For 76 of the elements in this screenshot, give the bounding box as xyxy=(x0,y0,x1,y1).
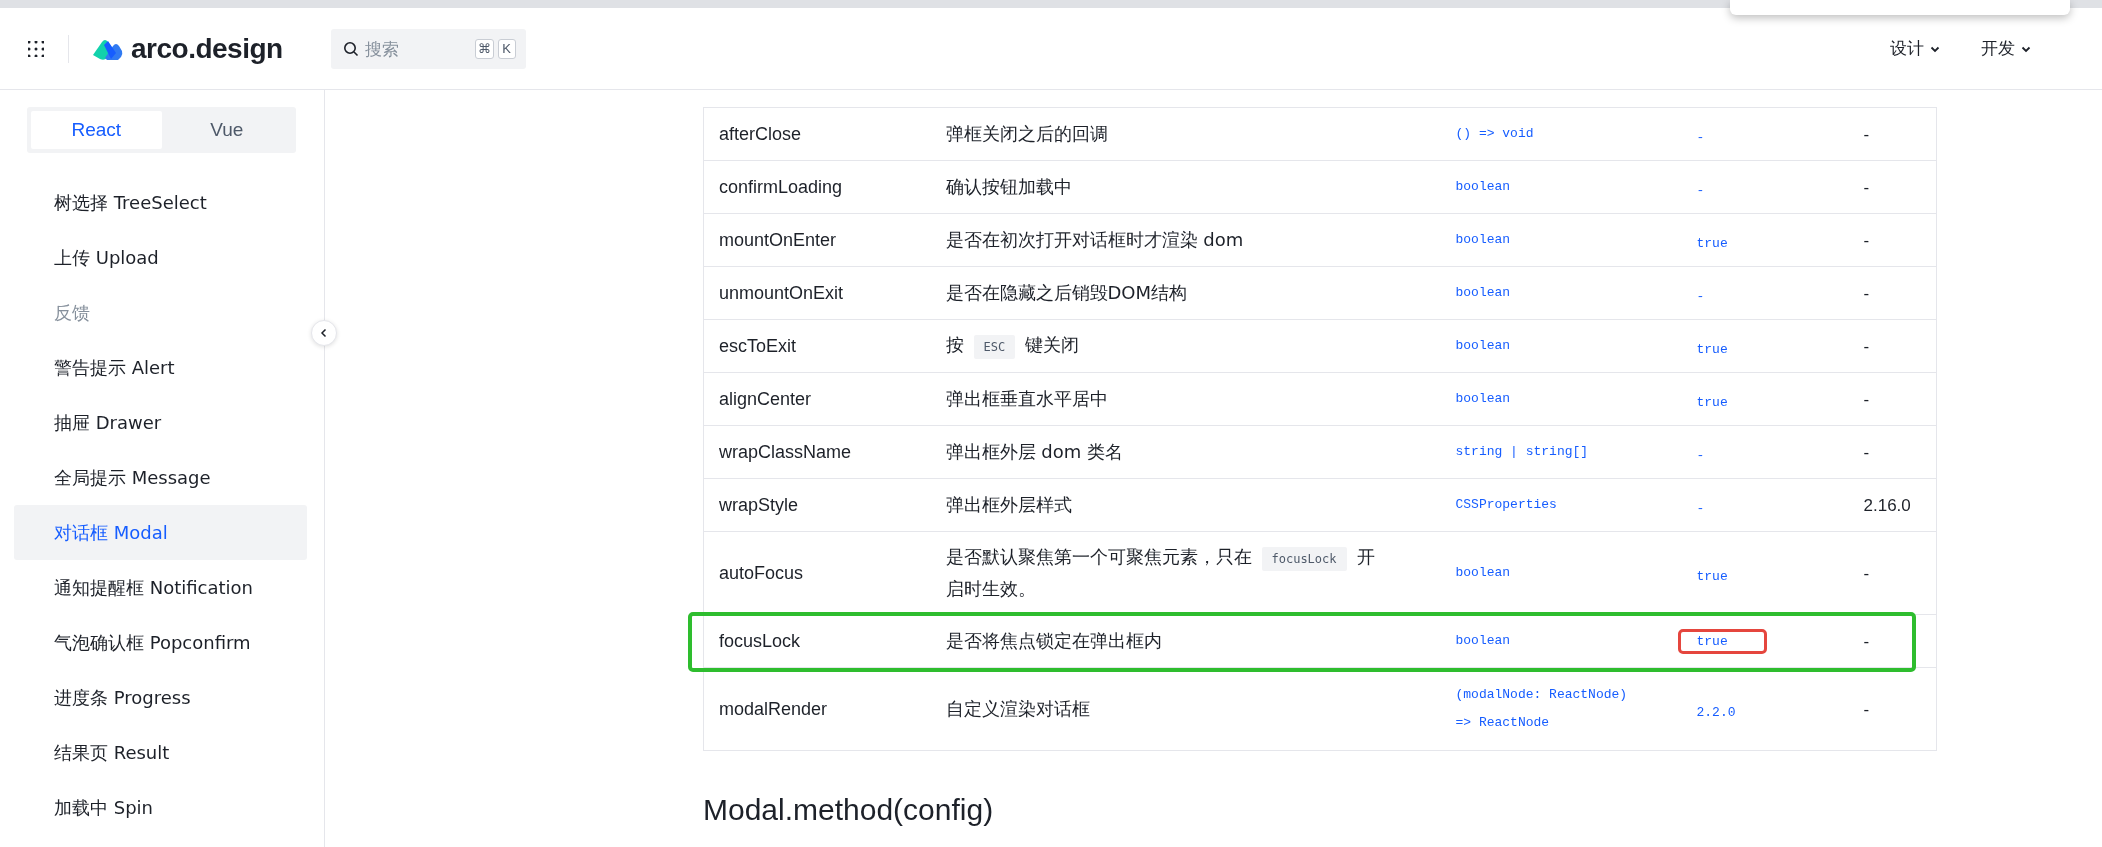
nav-item[interactable]: 进度条 Progress xyxy=(14,670,307,725)
description-text: 弹出框外层样式 xyxy=(945,493,1073,517)
param-name: modalRender xyxy=(719,698,828,719)
description-text: 是否在初次打开对话框时才渲染 dom xyxy=(945,228,1245,252)
nav-item[interactable]: 全局提示 Message xyxy=(14,450,307,505)
version-text: - xyxy=(1863,632,1870,651)
description-text: 按 ESC 键关闭 xyxy=(945,330,1386,362)
description-text: 弹出框外层 dom 类名 xyxy=(945,440,1124,464)
nav-item[interactable]: 树选择 TreeSelect xyxy=(14,175,307,230)
type-text: boolean xyxy=(1455,284,1511,302)
nav-item[interactable]: 上传 Upload xyxy=(14,230,307,285)
framework-tab[interactable]: Vue xyxy=(161,111,292,149)
description-text: 是否将焦点锁定在弹出框内 xyxy=(945,629,1163,653)
version-text: - xyxy=(1863,231,1870,250)
group-label: 反馈 xyxy=(53,300,91,325)
param-name: mountOnEnter xyxy=(719,229,837,250)
default-value: true xyxy=(1677,629,1767,654)
param-name: wrapClassName xyxy=(719,441,852,462)
type-text: boolean xyxy=(1455,632,1511,650)
version-text: - xyxy=(1863,564,1870,583)
nav-menu[interactable]: 设计 xyxy=(1890,37,1941,60)
nav-item[interactable]: 抽屉 Drawer xyxy=(14,395,307,450)
default-value: true xyxy=(1696,341,1728,357)
section-heading: Modal.method(config) xyxy=(703,793,995,827)
nav-menu[interactable]: 开发 xyxy=(1981,37,2032,60)
version-text: - xyxy=(1863,390,1870,409)
param-name: confirmLoading xyxy=(719,176,843,197)
version-text: - xyxy=(1863,443,1870,462)
version-text: - xyxy=(1863,700,1870,719)
logo-text[interactable]: arco.design xyxy=(131,32,283,65)
description-text: 是否默认聚焦第一个可聚焦元素，只在 focusLock 开启时生效。 xyxy=(945,545,1376,601)
default-value: true xyxy=(1696,394,1728,410)
version-text: 2.16.0 xyxy=(1863,496,1911,515)
type-text: boolean xyxy=(1455,564,1511,582)
chevron-left-icon xyxy=(319,328,329,338)
default-value: - xyxy=(1696,500,1705,516)
version-text: - xyxy=(1863,178,1870,197)
version-text: - xyxy=(1863,125,1870,144)
nav-item[interactable]: 加载中 Spin xyxy=(14,780,307,835)
framework-tab[interactable]: React xyxy=(31,111,162,149)
type-text: boolean xyxy=(1455,178,1511,196)
type-text: string | string[] xyxy=(1455,443,1589,461)
nav-item[interactable]: 结果页 Result xyxy=(14,725,307,780)
type-text: boolean xyxy=(1455,231,1511,249)
type-text: (modalNode: ReactNode) => ReactNode xyxy=(1455,686,1629,732)
type-text: CSSProperties xyxy=(1455,496,1557,514)
param-name: escToExit xyxy=(719,335,797,356)
param-name: wrapStyle xyxy=(719,494,799,515)
description-text: 弹出框垂直水平居中 xyxy=(945,387,1109,411)
type-text: boolean xyxy=(1455,337,1511,355)
nav-item[interactable]: 通知提醒框 Notification xyxy=(14,560,307,615)
default-value: true xyxy=(1696,235,1728,251)
nav-item[interactable]: 气泡确认框 Popconfirm xyxy=(14,615,307,670)
default-value: - xyxy=(1696,182,1705,198)
version-text: - xyxy=(1863,284,1870,303)
type-text: boolean xyxy=(1455,390,1511,408)
description-text: 弹框关闭之后的回调 xyxy=(945,122,1109,146)
default-value: - xyxy=(1696,288,1705,304)
collapse-button[interactable] xyxy=(311,320,337,346)
param-name: alignCenter xyxy=(719,388,812,409)
param-name: autoFocus xyxy=(719,562,804,583)
default-value: - xyxy=(1696,447,1705,463)
description-text: 是否在隐藏之后销毁DOM结构 xyxy=(945,281,1189,305)
default-value: 2.2.0 xyxy=(1696,704,1736,720)
description-text: 确认按钮加载中 xyxy=(945,175,1073,199)
apps-grid-icon[interactable] xyxy=(28,40,44,57)
param-name: focusLock xyxy=(719,630,801,651)
param-name: unmountOnExit xyxy=(719,282,844,303)
param-name: afterClose xyxy=(719,123,802,144)
default-value: - xyxy=(1696,129,1705,145)
nav-item[interactable]: 警告提示 Alert xyxy=(14,340,307,395)
version-text: - xyxy=(1863,337,1870,356)
nav-item[interactable]: 对话框 Modal xyxy=(14,505,307,560)
description-text: 自定义渲染对话框 xyxy=(945,697,1091,721)
default-value: true xyxy=(1696,568,1728,584)
type-text: () => void xyxy=(1455,125,1534,143)
